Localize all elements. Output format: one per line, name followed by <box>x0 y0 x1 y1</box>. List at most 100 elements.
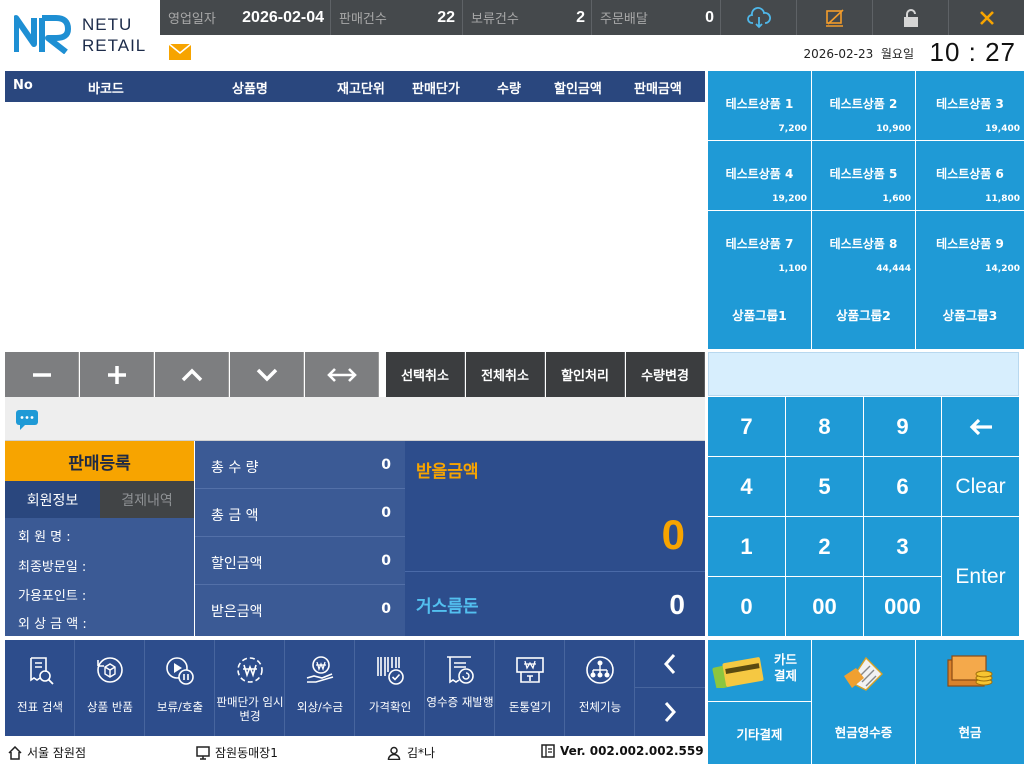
hold-count: 보류건수 2 <box>471 8 585 28</box>
chat-icon[interactable] <box>15 409 39 431</box>
won-refresh-icon <box>237 657 263 683</box>
key-1[interactable]: 1 <box>708 517 785 576</box>
enter-key[interactable]: Enter <box>942 517 1019 636</box>
change-label: 거스름돈 <box>416 597 479 617</box>
key-2[interactable]: 2 <box>786 517 863 576</box>
reprint-receipt-button[interactable]: 영수증 재발행 <box>425 640 495 736</box>
key-00[interactable]: 00 <box>786 577 863 636</box>
product-group-button[interactable]: 상품그룹3 <box>916 279 1024 349</box>
won-hand-icon <box>306 656 334 683</box>
lock-icon <box>903 8 918 27</box>
key-6[interactable]: 6 <box>864 457 941 516</box>
all-functions-button[interactable]: 전체기능 <box>565 640 635 736</box>
credit-collect-button[interactable]: 외상/수금 <box>285 640 355 736</box>
other-payment-button[interactable]: 기타결제 <box>708 702 811 764</box>
document-icon <box>541 744 555 758</box>
cash-receipt-button[interactable]: 현금영수증 <box>812 640 915 764</box>
message-bar <box>5 397 705 441</box>
move-up-button[interactable] <box>155 352 229 397</box>
hold-recall-button[interactable]: 보류/호출 <box>145 640 215 736</box>
all-functions-icon <box>586 656 614 684</box>
key-9[interactable]: 9 <box>864 397 941 456</box>
key-000[interactable]: 000 <box>864 577 941 636</box>
product-tile[interactable]: 테스트상품 5 1,600 <box>812 141 915 210</box>
product-tile[interactable]: 테스트상품 2 10,900 <box>812 71 915 140</box>
col-discount: 할인금액 <box>554 82 602 97</box>
product-tile[interactable]: 테스트상품 8 44,444 <box>812 211 915 280</box>
decrease-button[interactable] <box>5 352 79 397</box>
key-7[interactable]: 7 <box>708 397 785 456</box>
cancel-all-button[interactable]: 전체취소 <box>466 352 545 397</box>
totals-panel: 총 수 량0 총 금 액0 할인금액 0 받은금액 0 <box>195 441 405 636</box>
member-info-panel: 회 원 명 : 최종방문일 : 가용포인트 : 외 상 금 액 : <box>5 518 194 636</box>
screen-off-button[interactable] <box>796 0 872 35</box>
amount-due-value: 0 <box>661 511 685 558</box>
sales-table-body[interactable] <box>5 102 705 352</box>
brand-name: NETU RETAIL <box>82 15 147 55</box>
keypad-display[interactable] <box>708 352 1019 396</box>
screen-off-icon <box>825 8 844 27</box>
cash-payment-button[interactable]: 현금 <box>916 640 1024 764</box>
change-quantity-button[interactable]: 수량변경 <box>626 352 705 397</box>
chevron-right-icon <box>664 702 677 722</box>
lock-button[interactable] <box>872 0 948 35</box>
payment-buttons: 카드 결제 기타결제 현금영수증 현금 <box>708 640 1024 764</box>
close-button[interactable] <box>948 0 1024 35</box>
temp-price-change-button[interactable]: 판매단가 임시변경 <box>215 640 285 736</box>
product-tile[interactable]: 테스트상품 3 19,400 <box>916 71 1024 140</box>
key-4[interactable]: 4 <box>708 457 785 516</box>
key-8[interactable]: 8 <box>786 397 863 456</box>
tab-payment-history[interactable]: 결제내역 <box>100 481 194 518</box>
product-tile[interactable]: 테스트상품 4 19,200 <box>708 141 811 210</box>
product-tile[interactable]: 테스트상품 9 14,200 <box>916 211 1024 280</box>
product-return-button[interactable]: 상품 반품 <box>75 640 145 736</box>
product-group-button[interactable]: 상품그룹2 <box>812 279 915 349</box>
total-quantity-row: 총 수 량0 <box>195 441 405 489</box>
clear-key[interactable]: Clear <box>942 457 1019 516</box>
backspace-key[interactable] <box>942 397 1019 456</box>
tab-member-info[interactable]: 회원정보 <box>5 481 100 518</box>
discount-amount-row: 할인금액 0 <box>195 537 405 585</box>
col-stock-unit: 재고단위 <box>337 82 385 97</box>
card-payment-label: 카드 결제 <box>774 652 798 683</box>
clock: 10 : 27 <box>929 37 1016 67</box>
col-barcode: 바코드 <box>88 82 124 97</box>
amount-due-panel: 받을금액 0 거스름돈 0 <box>405 441 705 636</box>
product-group-button[interactable]: 상품그룹1 <box>708 279 811 349</box>
key-3[interactable]: 3 <box>864 517 941 576</box>
col-product-name: 상품명 <box>232 82 268 97</box>
mail-icon[interactable] <box>168 43 192 61</box>
cash-label: 현금 <box>958 725 982 740</box>
open-drawer-button[interactable]: 돈통열기 <box>495 640 565 736</box>
version-status: Ver. 002.002.002.559 <box>541 744 704 758</box>
top-buttons <box>720 0 1024 35</box>
functions-next-button[interactable] <box>635 688 705 736</box>
user-icon <box>387 746 401 760</box>
product-tile[interactable]: 테스트상품 7 1,100 <box>708 211 811 280</box>
discount-button[interactable]: 할인처리 <box>546 352 625 397</box>
receipt-search-button[interactable]: 전표 검색 <box>5 640 75 736</box>
receipt-search-icon <box>30 657 54 685</box>
sale-register-title[interactable]: 판매등록 <box>5 441 194 481</box>
move-down-button[interactable] <box>230 352 304 397</box>
last-visit-label: 최종방문일 : <box>18 560 87 575</box>
key-5[interactable]: 5 <box>786 457 863 516</box>
product-grid: 테스트상품 1 7,200 테스트상품 2 10,900 테스트상품 3 19,400… <box>708 71 1024 349</box>
functions-prev-button[interactable] <box>635 640 705 688</box>
cancel-selection-button[interactable]: 선택취소 <box>386 352 465 397</box>
price-check-button[interactable]: 가격확인 <box>355 640 425 736</box>
swap-button[interactable] <box>305 352 379 397</box>
product-tile[interactable]: 테스트상품 1 7,200 <box>708 71 811 140</box>
netu-logo-icon <box>14 15 71 54</box>
member-name-label: 회 원 명 : <box>18 530 71 545</box>
product-tile[interactable]: 테스트상품 6 11,800 <box>916 141 1024 210</box>
credit-card-icon <box>712 657 764 688</box>
increase-button[interactable] <box>80 352 154 397</box>
logo: NETU RETAIL <box>0 0 160 70</box>
col-sale-amount: 판매금액 <box>634 82 682 97</box>
card-payment-button[interactable]: 카드 결제 <box>708 640 811 701</box>
key-0[interactable]: 0 <box>708 577 785 636</box>
chevron-left-icon <box>663 653 676 674</box>
amount-due-label: 받을금액 <box>416 462 479 482</box>
cloud-sync-button[interactable] <box>720 0 796 35</box>
